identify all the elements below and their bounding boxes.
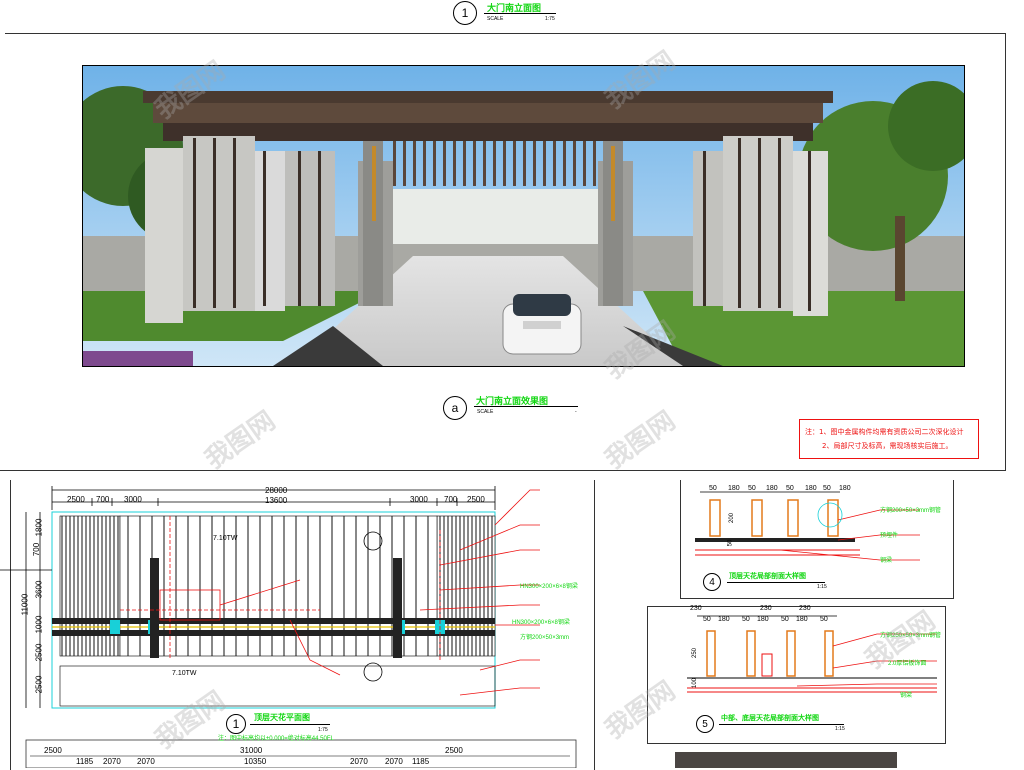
detail-5-number-circle: 5 [696, 715, 714, 733]
detail-5-scale: 1:15 [835, 726, 845, 732]
dim-top-5: 700 [444, 495, 458, 504]
d4-dim-4: 180 [766, 485, 778, 492]
dim-top-2: 700 [96, 495, 110, 504]
dim-left-4: 2500 [34, 675, 44, 694]
detail-5-number: 5 [702, 718, 708, 730]
dim-top-total: 28000 [265, 486, 288, 495]
d4-dim-9: 50 [727, 539, 734, 547]
dim-top-6: 2500 [467, 495, 485, 504]
callout-steel-3: 方钢200×50×3mm [520, 635, 570, 641]
d5-callout-1: 方钢250×50×3mm钢管 [880, 633, 942, 639]
d5-dim-5: 180 [718, 616, 730, 623]
dim-top-mid: 13600 [265, 496, 288, 505]
d5-dim-9: 180 [796, 616, 808, 623]
bottom-dim-5: 10350 [244, 757, 267, 766]
elevation-label-top: 7.10TW [213, 535, 238, 542]
d4-dim-3: 50 [748, 485, 756, 492]
watermark: 我图网 [599, 405, 681, 476]
callout-steel-1: HN300×200×6×8钢梁 [520, 584, 578, 590]
plan-title-underline [250, 724, 330, 725]
d4-dim-2: 180 [728, 485, 740, 492]
d5-dim-10: 50 [820, 616, 828, 623]
dim-left-5: 2500 [34, 643, 44, 662]
d4-dim-6: 180 [805, 485, 817, 492]
d5-dim-1: 230 [690, 605, 702, 612]
d4-dim-5: 50 [786, 485, 794, 492]
bottom-dim-1: 2500 [44, 746, 62, 755]
perspective-label: a [451, 401, 459, 415]
detail-4-title: 顶层天花局部剖面大样图 [729, 573, 806, 580]
dim-left-3: 3600 [34, 580, 44, 599]
d5-dim-3: 230 [799, 605, 811, 612]
d5-dim-2: 230 [760, 605, 772, 612]
right-frame-line [1005, 33, 1006, 471]
perspective-label-circle: a [443, 396, 467, 420]
detail-4-number-circle: 4 [703, 573, 721, 591]
dim-left-total: 11000 [20, 593, 30, 616]
plan-number: 1 [232, 717, 240, 731]
dim-left-6: 1000 [34, 615, 44, 634]
bottom-dim-8: 1185 [412, 757, 430, 766]
dim-top-3: 3000 [124, 495, 142, 504]
d5-dim-6: 50 [742, 616, 750, 623]
scale-label: SCALE [487, 16, 504, 22]
perspective-scale-label: SCALE [477, 409, 494, 415]
plan-title: 顶层天花平面图 [254, 713, 310, 722]
d4-callout-1: 方钢200×50×3mm钢管 [880, 508, 942, 514]
bottom-dim-2: 1185 [76, 757, 94, 766]
scale-value: 1:75 [545, 16, 555, 22]
bottom-dim-4: 2070 [137, 757, 155, 766]
bottom-dim-3: 2070 [103, 757, 121, 766]
perspective-title-underline [474, 406, 578, 407]
gate-render-svg [83, 66, 964, 366]
material-thumbnail [675, 752, 897, 768]
d4-callout-3: 钢梁 [880, 558, 893, 564]
gate-perspective-render [82, 65, 965, 367]
detail-5-title: 中部、底层天花局部剖面大样图 [721, 715, 819, 722]
d4-dim-10: 200 [729, 512, 736, 524]
d4-dim-8: 180 [839, 485, 851, 492]
d4-dim-1: 50 [709, 485, 717, 492]
dim-top-4: 3000 [410, 495, 428, 504]
d4-callout-2: 预埋件 [880, 533, 899, 539]
note-line-1: 注：1、图中金属构件均需有资质公司二次深化设计 [805, 428, 964, 436]
note-line-2: 2、局部尺寸及标高，需现场核实后施工。 [822, 442, 953, 450]
d5-dim-11: 250 [692, 647, 699, 659]
d5-dim-7: 180 [757, 616, 769, 623]
plan-number-circle: 1 [226, 714, 246, 734]
dim-left-2: 700 [32, 542, 42, 557]
detail-4-number: 4 [709, 576, 715, 588]
detail-5-underline [719, 724, 844, 725]
view-number: 1 [461, 6, 469, 20]
watermark: 我图网 [199, 405, 281, 476]
detail-4-scale: 1:15 [817, 584, 827, 590]
title-underline [484, 13, 556, 14]
d5-callout-2: 2.0厚铝板饰面 [888, 661, 927, 667]
d5-callout-3: 钢梁 [900, 693, 913, 699]
callout-steel-2: HN300×200×6×8钢梁 [512, 620, 570, 626]
elevation-label-bottom: 7.10TW [172, 670, 197, 677]
dim-left-1: 1800 [34, 518, 44, 537]
bottom-dim-9: 2500 [445, 746, 463, 755]
top-frame-line [5, 33, 1006, 34]
view-number-circle: 1 [453, 1, 477, 25]
construction-note-box: 注：1、图中金属构件均需有资质公司二次深化设计 2、局部尺寸及标高，需现场核实后… [799, 419, 979, 459]
detail-4-underline [727, 582, 825, 583]
d4-dim-7: 50 [823, 485, 831, 492]
d5-dim-12: 100 [692, 677, 699, 689]
dim-top-1: 2500 [67, 495, 85, 504]
bottom-dim-7: 2070 [385, 757, 403, 766]
plan-subnote: 注：图中标高均以±0.000=绝对标高44.50FL [218, 736, 334, 742]
bottom-dim-6: 2070 [350, 757, 368, 766]
perspective-scale-value: - [575, 409, 577, 415]
d5-dim-8: 50 [781, 616, 789, 623]
bottom-dim-total: 31000 [240, 746, 263, 755]
d5-dim-4: 50 [703, 616, 711, 623]
